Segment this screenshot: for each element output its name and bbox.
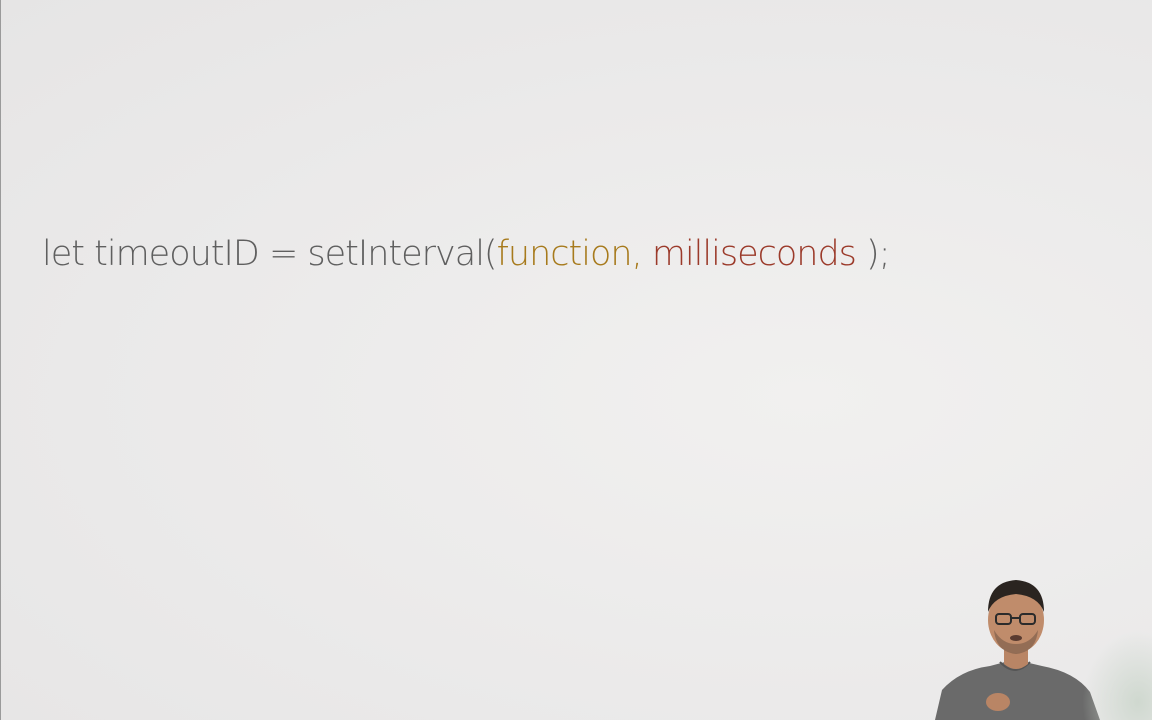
code-arg-milliseconds: milliseconds <box>651 234 857 274</box>
slide-canvas: let timeoutID = setInterval(function, mi… <box>0 0 1152 720</box>
code-equals-sign: = <box>268 234 298 274</box>
code-closing-paren: ); <box>866 234 890 274</box>
code-function-call: setInterval( <box>307 234 497 274</box>
background-foliage <box>1082 630 1152 720</box>
code-variable-name: timeoutID <box>94 234 260 274</box>
code-arg-function: function, <box>496 234 643 274</box>
code-keyword-let: let <box>42 234 85 274</box>
code-example-line: let timeoutID = setInterval(function, mi… <box>42 232 891 276</box>
presenter-video-icon <box>930 570 1152 720</box>
window-edge <box>0 0 1 720</box>
